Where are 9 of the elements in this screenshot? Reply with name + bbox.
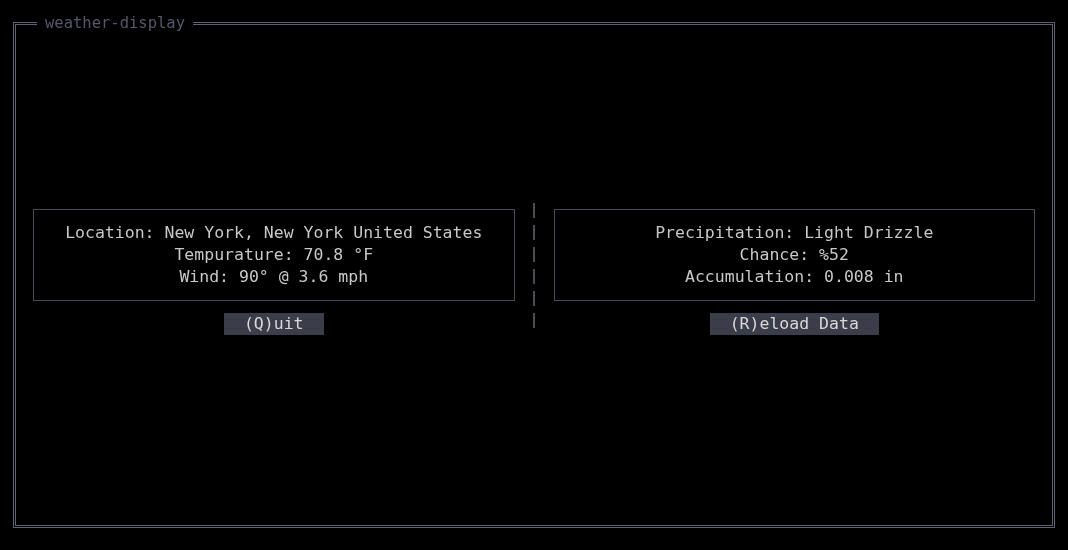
info-text: Chance: %52 (739, 243, 849, 266)
window-title: weather-display (44, 14, 186, 32)
info-text: Wind: 90° @ 3.6 mph (179, 265, 369, 288)
info-text: Tempurature: 70.8 °F (174, 243, 374, 266)
info-text: Precipitation: Light Drizzle (655, 221, 934, 244)
quit-button[interactable]: (Q)uit (223, 312, 324, 335)
reload-button[interactable]: (R)eload Data (709, 312, 879, 335)
info-text: Location: New York, New York United States (65, 221, 483, 244)
info-text: Accumulation: 0.008 in (684, 265, 904, 288)
